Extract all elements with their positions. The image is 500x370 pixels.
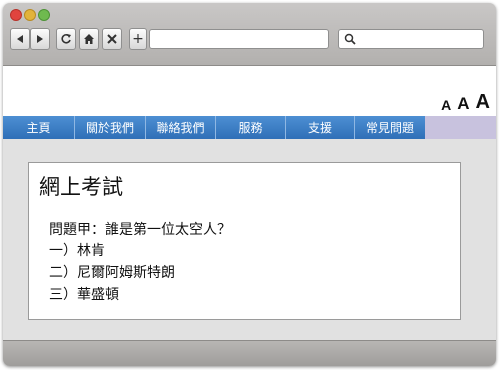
answer-options: 一）林肯 二）尼爾阿姆斯特朗 三）華盛頓 bbox=[49, 240, 175, 306]
exam-panel: 網上考試 問題甲：誰是第一位太空人？ 一）林肯 二）尼爾阿姆斯特朗 三）華盛頓 bbox=[28, 162, 461, 320]
page-title: 網上考試 bbox=[39, 175, 123, 199]
page-content: A A A 主頁 關於我們 聯絡我們 服務 支援 常見問題 網上考試 問題甲：誰… bbox=[3, 66, 496, 340]
font-size-large-button[interactable]: A bbox=[476, 92, 490, 112]
answer-option[interactable]: 一）林肯 bbox=[49, 240, 175, 262]
menu-item-support[interactable]: 支援 bbox=[286, 116, 355, 139]
search-icon bbox=[344, 33, 356, 45]
answer-option[interactable]: 三）華盛頓 bbox=[49, 284, 175, 306]
new-tab-button[interactable]: + bbox=[129, 28, 147, 50]
browser-window: + A A A 主頁 關於我們 聯絡我們 服務 支援 常見問題 網上考試 問題甲… bbox=[3, 3, 496, 366]
menu-item-faq[interactable]: 常見問題 bbox=[355, 116, 425, 139]
back-button[interactable] bbox=[10, 28, 30, 50]
search-field[interactable] bbox=[338, 29, 484, 49]
main-menu: 主頁 關於我們 聯絡我們 服務 支援 常見問題 bbox=[3, 116, 425, 139]
question-text: 問題甲：誰是第一位太空人？ bbox=[49, 222, 231, 238]
close-window-icon[interactable] bbox=[10, 9, 22, 21]
answer-option[interactable]: 二）尼爾阿姆斯特朗 bbox=[49, 262, 175, 284]
font-size-controls: A A A bbox=[435, 92, 490, 112]
status-bar bbox=[3, 340, 496, 366]
menu-item-about[interactable]: 關於我們 bbox=[75, 116, 146, 139]
menu-item-contact[interactable]: 聯絡我們 bbox=[146, 116, 216, 139]
menu-item-services[interactable]: 服務 bbox=[216, 116, 286, 139]
font-size-small-button[interactable]: A bbox=[441, 98, 451, 112]
back-arrow-icon bbox=[17, 35, 23, 43]
home-button[interactable] bbox=[79, 28, 99, 50]
address-bar[interactable] bbox=[149, 29, 329, 49]
menu-item-home[interactable]: 主頁 bbox=[3, 116, 75, 139]
close-icon bbox=[107, 34, 117, 44]
reload-icon bbox=[61, 34, 71, 44]
home-icon bbox=[84, 34, 94, 44]
reload-button[interactable] bbox=[56, 28, 76, 50]
site-header: A A A bbox=[3, 66, 496, 116]
forward-button[interactable] bbox=[30, 28, 50, 50]
stop-button[interactable] bbox=[102, 28, 122, 50]
minimize-window-icon[interactable] bbox=[24, 9, 36, 21]
zoom-window-icon[interactable] bbox=[38, 9, 50, 21]
font-size-medium-button[interactable]: A bbox=[457, 95, 469, 112]
menu-filler bbox=[425, 116, 496, 139]
browser-toolbar: + bbox=[3, 3, 496, 66]
forward-arrow-icon bbox=[37, 35, 43, 43]
